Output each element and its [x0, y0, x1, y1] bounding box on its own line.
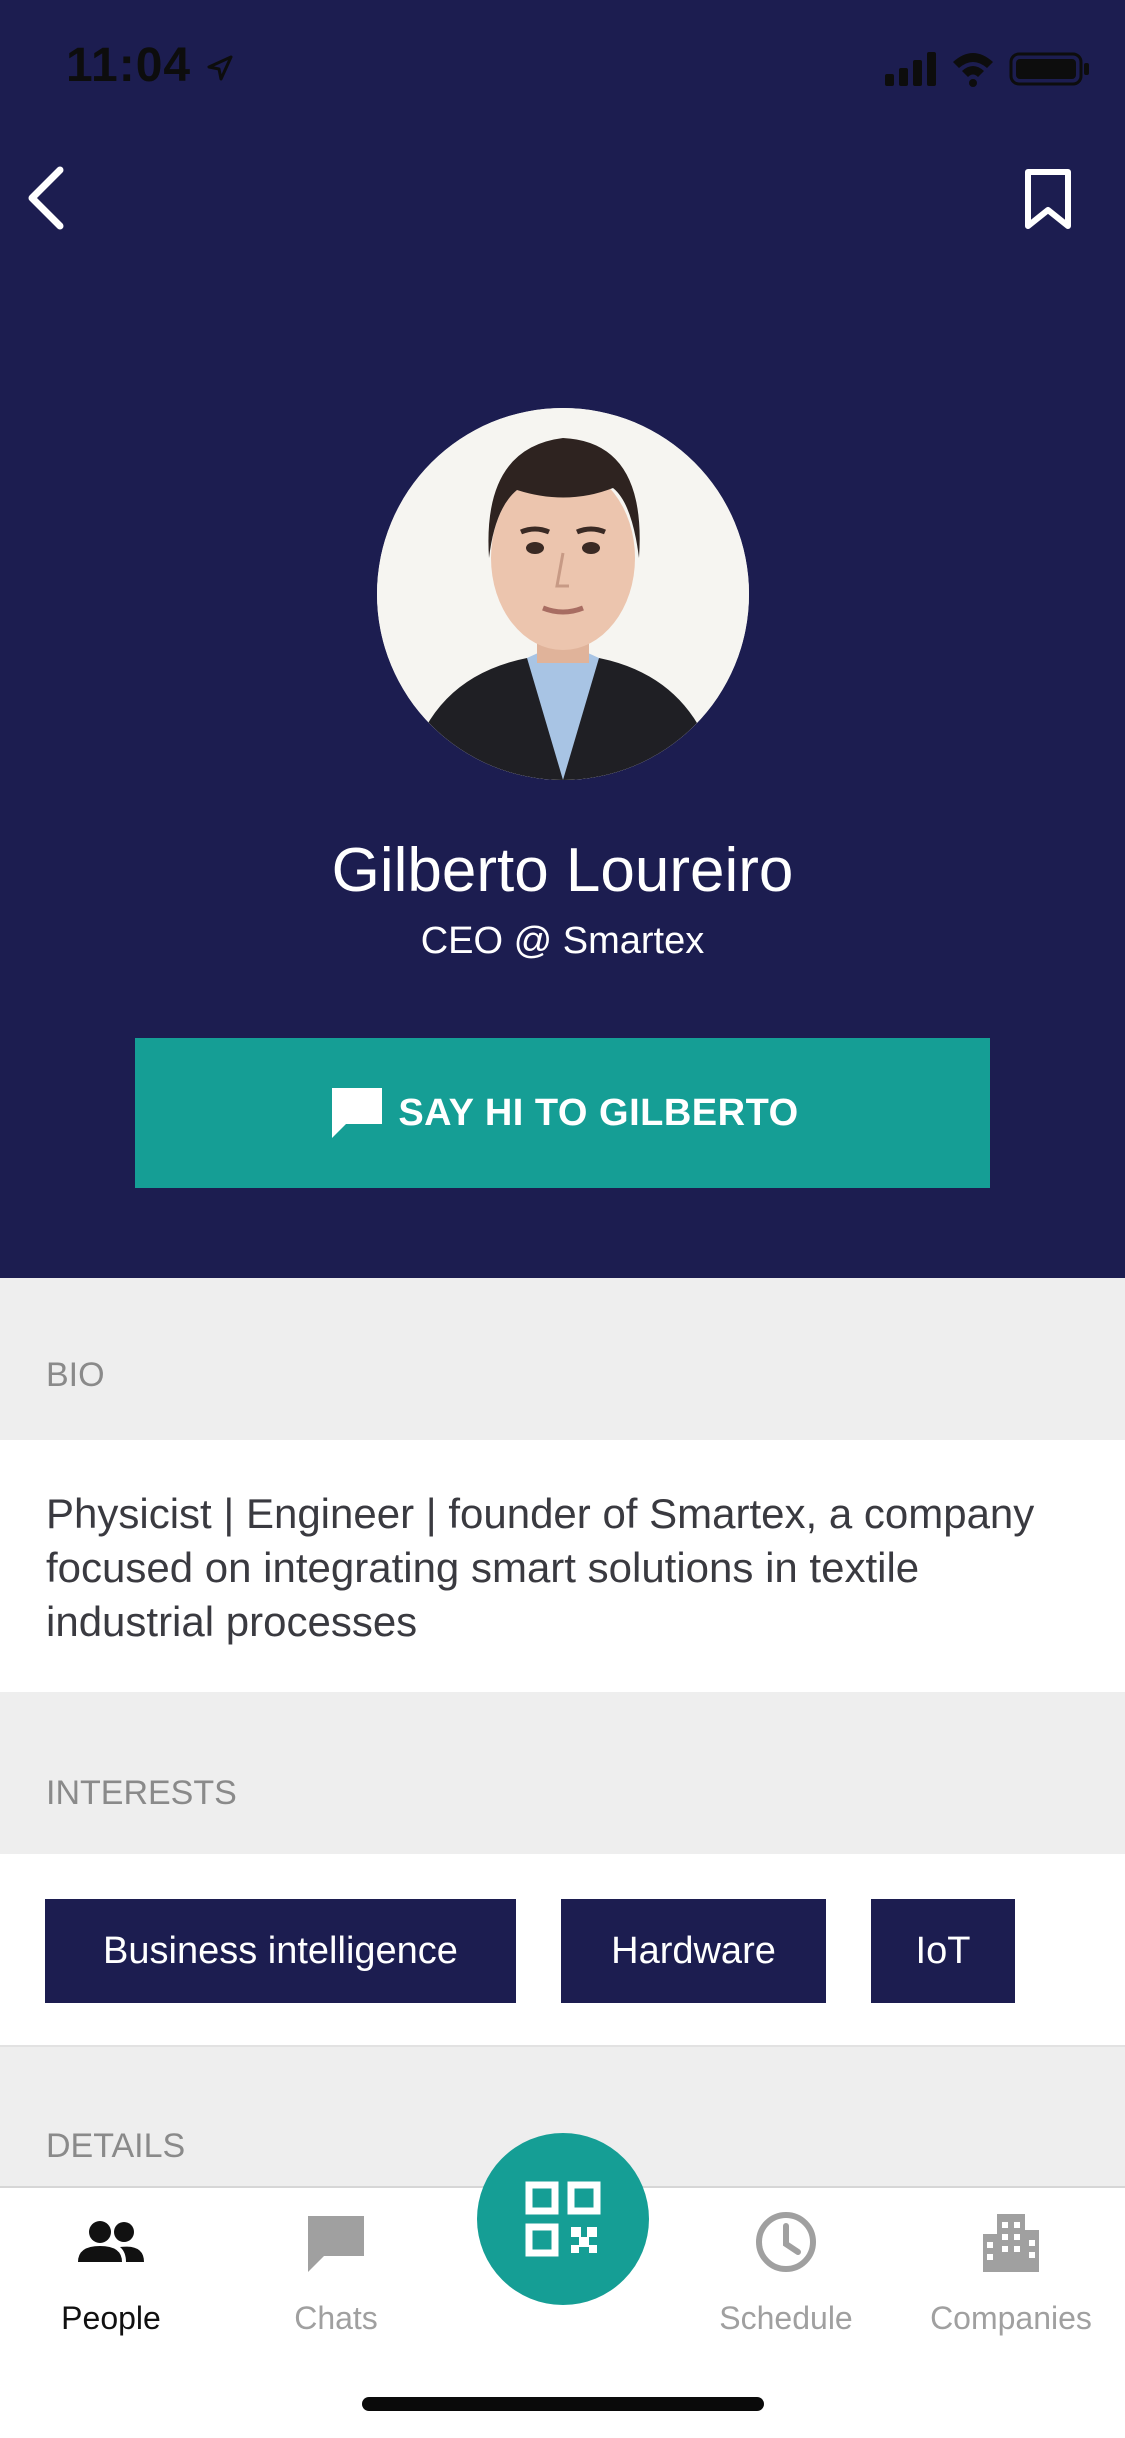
status-bar-time: 11:04: [66, 38, 235, 93]
tab-companies-label: Companies: [930, 2300, 1092, 2336]
status-bar-icons: [885, 48, 1095, 88]
building-icon: [983, 2214, 1039, 2272]
bookmark-button[interactable]: [1020, 168, 1076, 232]
details-header-label: DETAILS: [46, 2127, 186, 2165]
interest-tag[interactable]: Business intelligence: [45, 1899, 516, 2003]
interests-section-header: INTERESTS: [0, 1692, 1125, 1854]
location-arrow-icon: [207, 55, 233, 81]
interest-tag[interactable]: IoT: [871, 1899, 1015, 2003]
interest-tag[interactable]: Hardware: [561, 1899, 826, 2003]
bookmark-icon: [1025, 169, 1071, 229]
home-indicator[interactable]: [362, 2397, 764, 2411]
tab-chats-label: Chats: [294, 2300, 378, 2336]
interests-header-label: INTERESTS: [46, 1774, 237, 1812]
say-hi-label: SAY HI TO GILBERTO: [398, 1091, 799, 1134]
chat-icon: [308, 2216, 364, 2272]
bio-text: Physicist | Engineer | founder of Smarte…: [46, 1490, 1035, 1645]
wifi-icon: [953, 53, 993, 87]
tab-people-label: People: [61, 2300, 161, 2336]
tab-schedule-label: Schedule: [719, 2300, 853, 2336]
bio-section-header: BIO: [0, 1278, 1125, 1440]
profile-name: Gilberto Loureiro: [331, 836, 794, 905]
people-icon: [78, 2221, 144, 2262]
bio-header-label: BIO: [46, 1356, 105, 1394]
chat-bubble-icon: [332, 1088, 383, 1138]
say-hi-button[interactable]: SAY HI TO GILBERTO: [135, 1038, 990, 1188]
signal-icon: [885, 52, 936, 86]
avatar: [377, 408, 749, 780]
profile-title: CEO @ Smartex: [420, 920, 705, 962]
profile-photo: [377, 408, 749, 780]
clock-icon: [756, 2212, 816, 2272]
time-text: 11:04: [66, 39, 192, 92]
back-button[interactable]: [18, 160, 78, 236]
battery-icon: [1009, 52, 1089, 86]
qr-code-icon: [525, 2181, 601, 2257]
qr-scan-button[interactable]: [477, 2133, 649, 2305]
chevron-left-icon: [28, 166, 64, 230]
